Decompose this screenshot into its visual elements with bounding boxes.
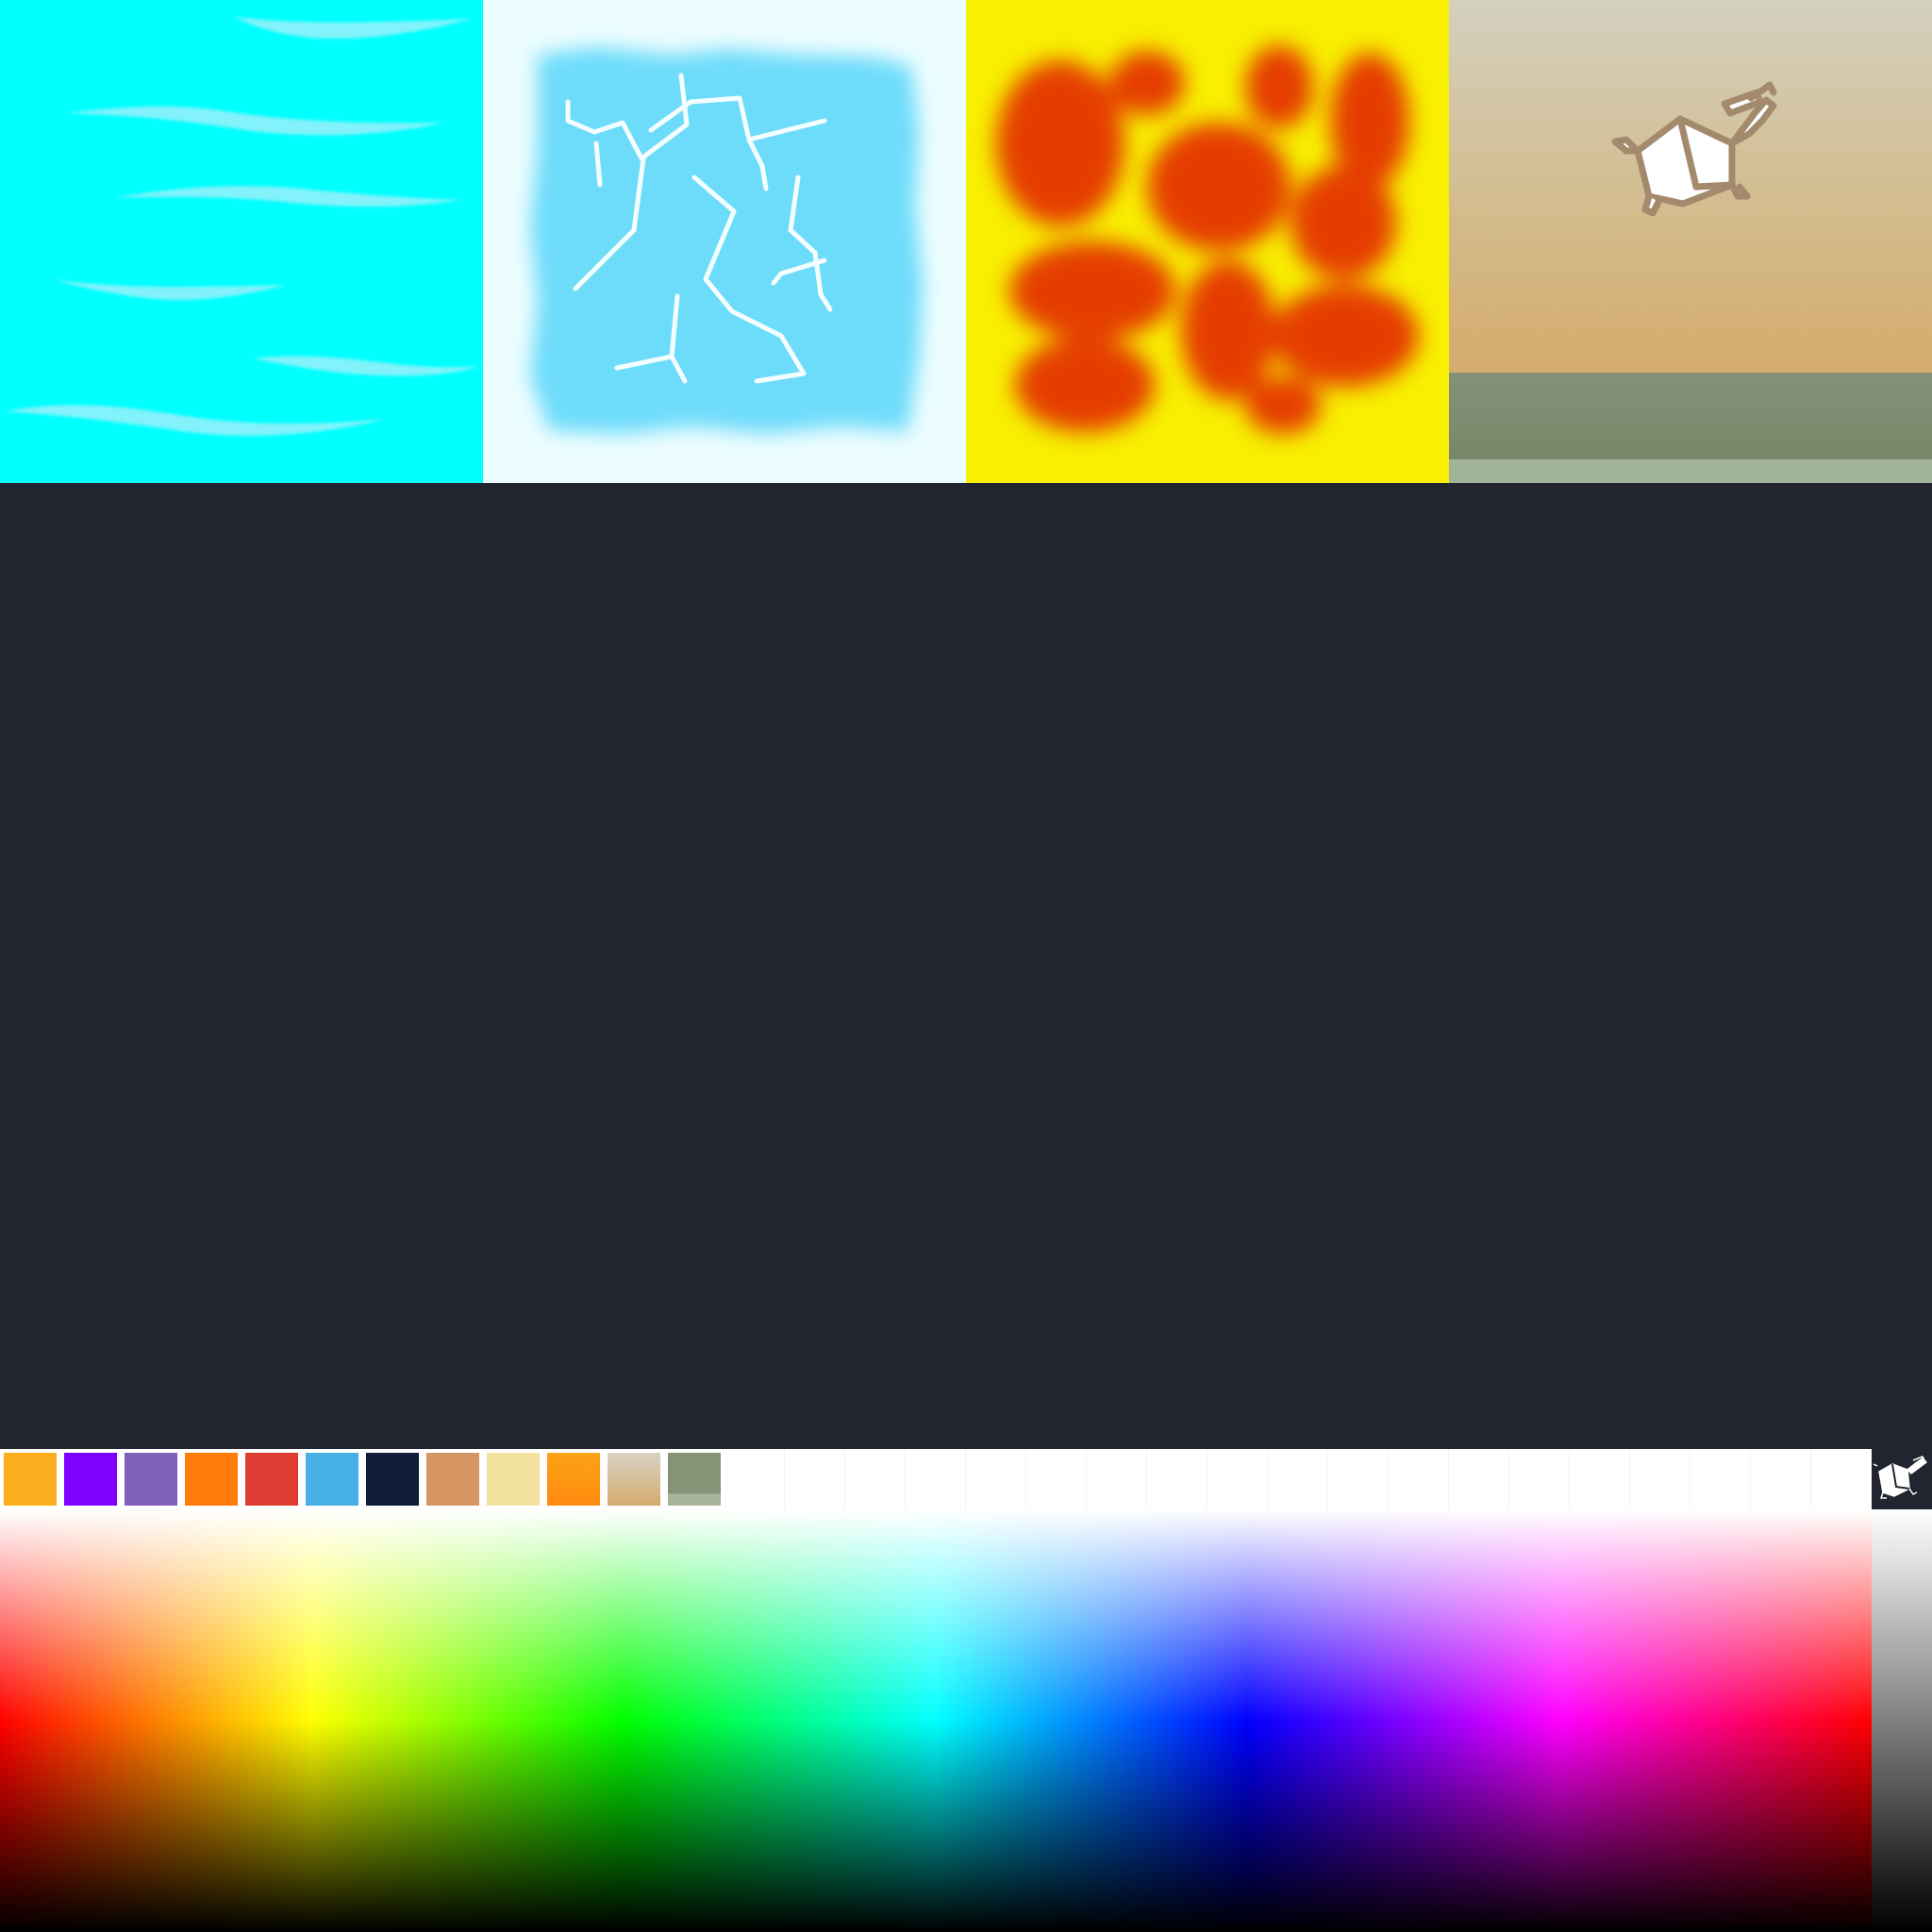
swatch-orange-gradient[interactable] [543, 1449, 604, 1509]
swatch-empty[interactable] [906, 1449, 966, 1509]
water-texture-graphic [6, 17, 481, 436]
swatch-empty[interactable] [1208, 1449, 1268, 1509]
swatch-empty[interactable] [1087, 1449, 1147, 1509]
swatch-empty[interactable] [1328, 1449, 1389, 1509]
swatch-color [185, 1453, 238, 1506]
texture-tiles [0, 0, 1932, 483]
swatch-empty[interactable] [1268, 1449, 1328, 1509]
grayscale-picker[interactable] [1872, 1509, 1932, 1932]
texture-editor [0, 0, 1932, 1932]
texture-tile-lava[interactable] [966, 0, 1449, 483]
swatch-empty[interactable] [1389, 1449, 1449, 1509]
swatch-sky-blue[interactable] [302, 1449, 362, 1509]
swatch-color [64, 1453, 117, 1506]
lava-blob [1009, 242, 1175, 340]
ice-block [530, 47, 923, 434]
swatch-pale-yellow[interactable] [483, 1449, 543, 1509]
swatch-olive-gradient[interactable] [664, 1449, 724, 1509]
swatch-color [4, 1453, 57, 1506]
lava-blob [1272, 285, 1419, 387]
sand-logo-graphic [1611, 81, 1777, 217]
texture-tile-ice[interactable] [483, 0, 966, 483]
eraser-logo-icon [1873, 1456, 1927, 1499]
lava-blob [1109, 51, 1185, 115]
swatch-sand-gradient[interactable] [604, 1449, 664, 1509]
logo-button[interactable] [1872, 1449, 1932, 1509]
swatch-orange[interactable] [181, 1449, 242, 1509]
lava-texture-graphic [996, 45, 1419, 434]
swatch-lavender[interactable] [121, 1449, 181, 1509]
swatch-color [487, 1453, 540, 1506]
water-streak [66, 106, 443, 136]
swatch-empty[interactable] [1630, 1449, 1690, 1509]
lava-blob [1245, 45, 1313, 128]
lava-blob [1015, 338, 1155, 432]
color-palette [0, 1449, 1872, 1509]
swatch-empty[interactable] [1751, 1449, 1811, 1509]
swatch-red[interactable] [242, 1449, 302, 1509]
water-streak [253, 356, 481, 376]
swatch-empty[interactable] [1449, 1449, 1509, 1509]
water-streak [53, 279, 287, 300]
lava-blob [1181, 260, 1275, 400]
swatch-empty[interactable] [1690, 1449, 1751, 1509]
eraser-logo-icon [1611, 81, 1777, 217]
swatch-navy[interactable] [362, 1449, 423, 1509]
swatch-color [426, 1453, 479, 1506]
swatch-empty[interactable] [966, 1449, 1026, 1509]
lava-blob [1245, 377, 1321, 434]
lava-blob [1291, 166, 1396, 279]
water-streak [6, 405, 385, 436]
ice-texture-graphic [530, 47, 923, 434]
swatch-empty[interactable] [845, 1449, 906, 1509]
lava-blob [996, 60, 1124, 226]
swatch-empty[interactable] [1570, 1449, 1630, 1509]
swatch-color [668, 1453, 721, 1506]
swatch-amber[interactable] [0, 1449, 60, 1509]
lava-blob [1147, 123, 1291, 251]
swatch-violet[interactable] [60, 1449, 121, 1509]
swatch-empty[interactable] [1026, 1449, 1087, 1509]
swatch-empty[interactable] [1147, 1449, 1208, 1509]
swatch-color [125, 1453, 177, 1506]
water-streak [234, 17, 472, 40]
swatch-color [366, 1453, 419, 1506]
swatch-color [608, 1453, 660, 1506]
swatch-color [547, 1453, 600, 1506]
swatch-empty[interactable] [724, 1449, 785, 1509]
swatch-color [245, 1453, 298, 1506]
swatch-empty[interactable] [785, 1449, 845, 1509]
texture-tile-sand-logo[interactable] [1449, 0, 1932, 483]
swatch-tan[interactable] [423, 1449, 483, 1509]
swatch-empty[interactable] [1509, 1449, 1570, 1509]
texture-tile-water[interactable] [0, 0, 483, 483]
swatch-color [306, 1453, 358, 1506]
color-spectrum-picker[interactable] [0, 1509, 1872, 1932]
water-streak [113, 186, 462, 207]
